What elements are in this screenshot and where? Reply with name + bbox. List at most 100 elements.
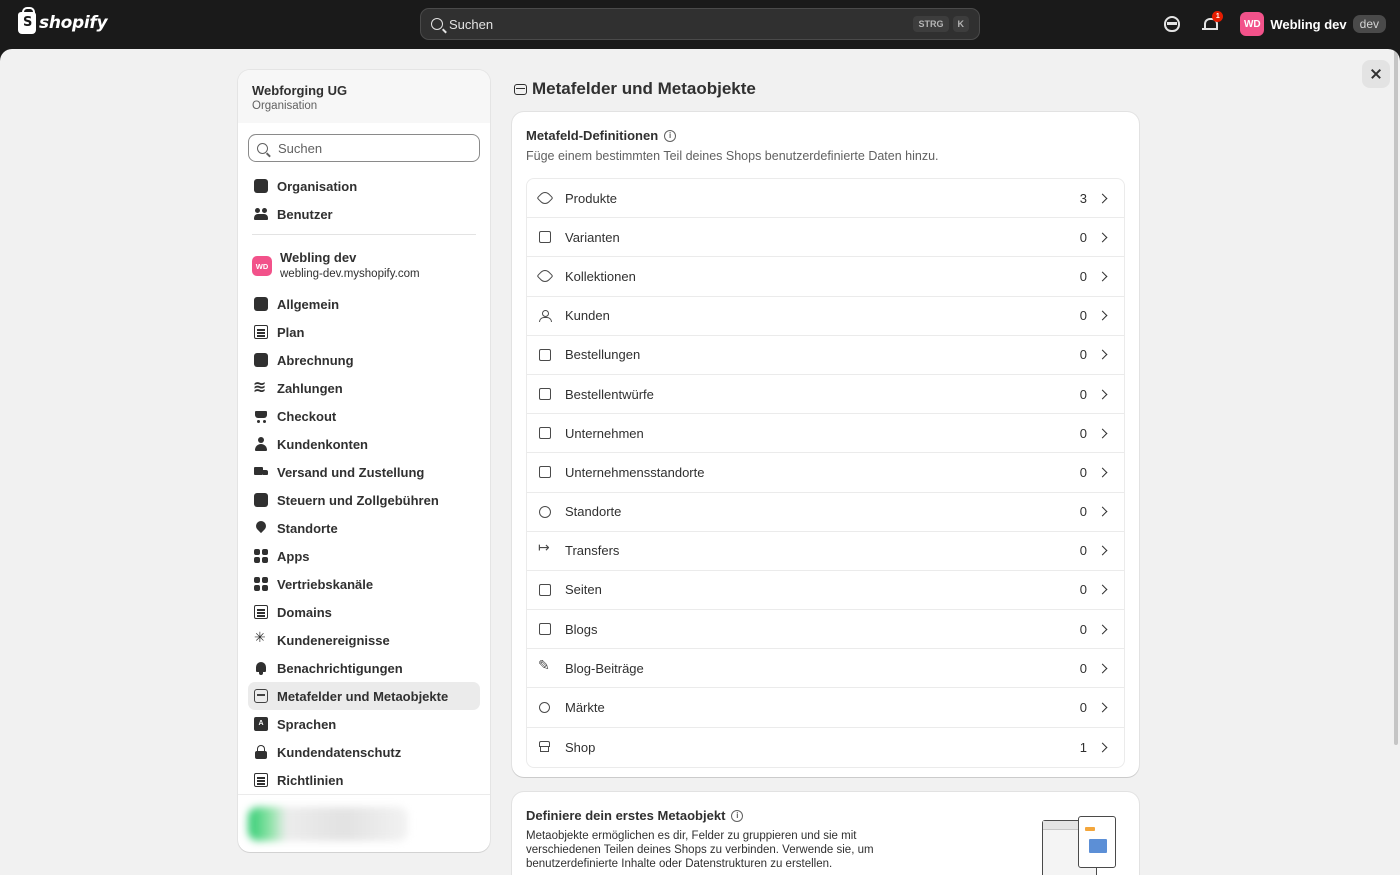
chevron-right-icon xyxy=(1097,663,1108,674)
channels-icon xyxy=(254,577,268,591)
definition-row-varianten[interactable]: Varianten 0 xyxy=(527,218,1124,258)
sidebar-item-label: Benachrichtigungen xyxy=(277,660,403,676)
metaobject-card: Definiere dein erstes Metaobjekt i Metao… xyxy=(512,792,1139,875)
metafield-definitions-card: Metafeld-Definitionen i Füge einem besti… xyxy=(512,112,1139,777)
mask-icon[interactable] xyxy=(1164,16,1181,32)
company-icon xyxy=(539,427,551,440)
search-icon xyxy=(257,142,268,154)
row-label: Märkte xyxy=(565,700,605,716)
row-count: 0 xyxy=(1079,464,1087,480)
scrollbar[interactable] xyxy=(1394,49,1398,745)
definition-row-seiten[interactable]: Seiten 0 xyxy=(527,571,1124,611)
chevron-right-icon xyxy=(1097,506,1108,517)
row-label: Standorte xyxy=(565,504,622,520)
definition-row-unternehmen[interactable]: Unternehmen 0 xyxy=(527,414,1124,454)
sidebar-item-apps[interactable]: Apps xyxy=(248,542,480,570)
definition-row-bestellungen[interactable]: Bestellungen 0 xyxy=(527,336,1124,375)
chevron-right-icon xyxy=(1097,232,1108,243)
chevron-right-icon xyxy=(1097,310,1108,321)
chevron-right-icon xyxy=(1097,428,1108,439)
blog-icon xyxy=(539,623,551,636)
store-header[interactable]: WD Webling dev webling-dev.myshopify.com xyxy=(238,242,490,290)
global-search-bar[interactable]: Suchen STRG K xyxy=(420,8,980,40)
sidebar-item-benutzer[interactable]: Benutzer xyxy=(248,200,480,228)
definition-row-transfers[interactable]: Transfers 0 xyxy=(527,532,1124,571)
row-label: Blogs xyxy=(565,621,598,637)
sidebar-item-allgemein[interactable]: Allgemein xyxy=(248,290,480,318)
notifications-bell-icon[interactable]: 1 xyxy=(1202,11,1224,32)
top-bar: shopify Suchen STRG K 1 WD Webling dev d… xyxy=(0,0,1400,49)
chevron-right-icon xyxy=(1097,742,1108,753)
info-icon[interactable]: i xyxy=(664,129,677,142)
sidebar-footer xyxy=(238,794,490,852)
sidebar-item-organisation[interactable]: Organisation xyxy=(248,172,480,200)
definition-row-maerkte[interactable]: Märkte 0 xyxy=(527,688,1124,728)
sidebar-item-vertriebskanaele[interactable]: Vertriebskanäle xyxy=(248,570,480,598)
definition-row-blog-beitraege[interactable]: Blog-Beiträge 0 xyxy=(527,649,1124,689)
sidebar-item-label: Checkout xyxy=(277,408,337,424)
globe-icon xyxy=(539,701,551,714)
close-button[interactable] xyxy=(1362,60,1390,88)
sidebar-item-checkout[interactable]: Checkout xyxy=(248,402,480,430)
row-count: 0 xyxy=(1079,504,1087,520)
definition-row-unternehmensstandorte[interactable]: Unternehmensstandorte 0 xyxy=(527,453,1124,493)
definition-row-blogs[interactable]: Blogs 0 xyxy=(527,610,1124,650)
location-icon xyxy=(539,505,551,518)
definition-row-bestellentwuerfe[interactable]: Bestellentwürfe 0 xyxy=(527,375,1124,415)
dev-badge: dev xyxy=(1352,15,1386,33)
sidebar-item-abrechnung[interactable]: Abrechnung xyxy=(248,346,480,374)
settings-search-input[interactable]: Suchen xyxy=(248,134,480,162)
store-icon xyxy=(254,297,268,311)
sidebar-item-richtlinien[interactable]: Richtlinien xyxy=(248,766,480,794)
row-count: 3 xyxy=(1079,190,1087,206)
sidebar-item-label: Plan xyxy=(277,324,305,340)
info-icon[interactable]: i xyxy=(731,809,744,822)
person-icon xyxy=(254,437,268,451)
definitions-description: Füge einem bestimmten Teil deines Shops … xyxy=(526,149,939,163)
definition-row-kollektionen[interactable]: Kollektionen 0 xyxy=(527,257,1124,297)
organization-header[interactable]: Webforging UG Organisation xyxy=(238,70,490,123)
sidebar-item-label: Richtlinien xyxy=(277,772,344,788)
tag-icon xyxy=(536,189,554,207)
row-count: 0 xyxy=(1079,700,1087,716)
definitions-title-text: Metafeld-Definitionen xyxy=(526,128,659,143)
settings-sidebar: Webforging UG Organisation Suchen Organi… xyxy=(238,70,490,852)
sidebar-item-metafelder[interactable]: Metafelder und Metaobjekte xyxy=(248,682,480,710)
store-avatar[interactable]: WD xyxy=(1240,12,1265,36)
definition-row-kunden[interactable]: Kunden 0 xyxy=(527,297,1124,336)
sidebar-item-sprachen[interactable]: A Sprachen xyxy=(248,710,480,738)
row-label: Unternehmensstandorte xyxy=(565,464,705,480)
definition-row-shop[interactable]: Shop 1 xyxy=(527,728,1124,767)
row-label: Produkte xyxy=(565,190,618,206)
sidebar-item-kundendatenschutz[interactable]: Kundendatenschutz xyxy=(248,738,480,766)
sidebar-item-kundenkonten[interactable]: Kundenkonten xyxy=(248,430,480,458)
inbox-icon xyxy=(539,348,551,361)
sidebar-item-versand[interactable]: Versand und Zustellung xyxy=(248,458,480,486)
sidebar-item-zahlungen[interactable]: Zahlungen xyxy=(248,374,480,402)
definition-row-produkte[interactable]: Produkte 3 xyxy=(527,179,1124,219)
search-icon xyxy=(431,18,443,30)
organization-name: Webforging UG xyxy=(252,83,348,98)
language-icon: A xyxy=(254,717,268,731)
store-name: Webling dev xyxy=(280,250,357,265)
sidebar-item-label: Sprachen xyxy=(277,716,337,732)
blurred-user-info[interactable] xyxy=(248,807,408,841)
sidebar-item-kundenereignisse[interactable]: Kundenereignisse xyxy=(248,626,480,654)
definition-row-standorte[interactable]: Standorte 0 xyxy=(527,493,1124,532)
page-title-text: Metafelder und Metaobjekte xyxy=(532,79,756,98)
sidebar-item-steuern[interactable]: Steuern und Zollgebühren xyxy=(248,486,480,514)
sidebar-item-label: Apps xyxy=(277,548,310,564)
sidebar-item-benachrichtigungen[interactable]: Benachrichtigungen xyxy=(248,654,480,682)
row-label: Kunden xyxy=(565,308,610,324)
sidebar-item-label: Kundenkonten xyxy=(277,436,368,452)
pencil-icon xyxy=(538,658,551,674)
sidebar-item-plan[interactable]: Plan xyxy=(248,318,480,346)
sidebar-item-label: Metafelder und Metaobjekte xyxy=(277,688,449,704)
shopify-logo[interactable]: shopify xyxy=(18,7,108,34)
store-name[interactable]: Webling dev xyxy=(1270,17,1346,32)
sidebar-item-domains[interactable]: Domains xyxy=(248,598,480,626)
sidebar-item-standorte[interactable]: Standorte xyxy=(248,514,480,542)
metafields-icon xyxy=(514,83,527,95)
users-icon xyxy=(254,207,268,221)
illustration-card-icon xyxy=(1078,816,1116,868)
